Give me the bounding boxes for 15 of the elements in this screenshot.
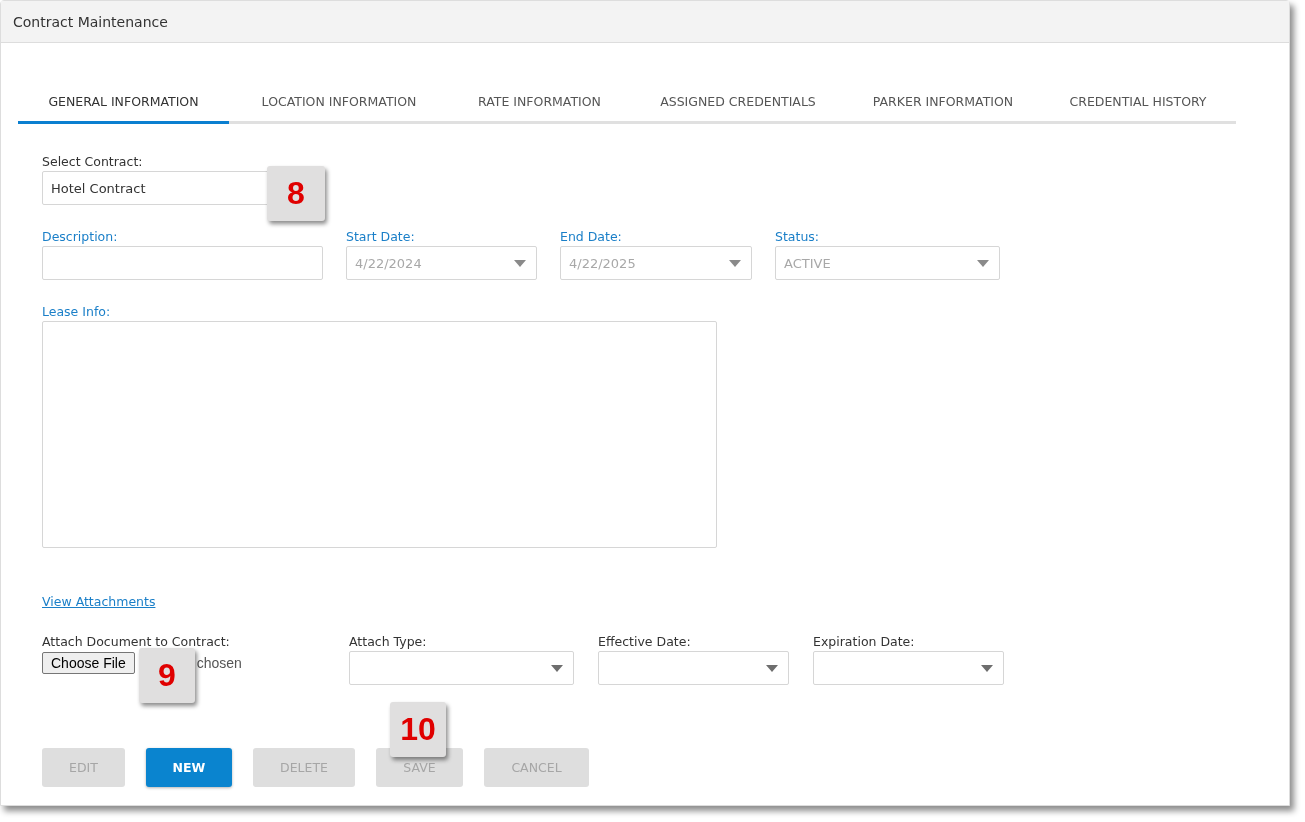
field-label: Status: [775,229,821,244]
window-title: Contract Maintenance [13,13,168,30]
callout-tooltip: 9 [139,648,195,703]
field-label: Description: [42,229,119,244]
callout-tooltip: 10 [390,702,446,757]
field-label: Start Date: [346,229,416,244]
field-label: Effective Date: [598,634,692,649]
field-label: Expiration Date: [813,634,916,649]
callout-tooltip: 8 [267,166,325,221]
field-label: Attach Document to Contract: [42,634,231,649]
field-label: Select Contract: [42,154,144,169]
field-label: Lease Info: [42,304,112,319]
field-label: Attach Type: [349,634,428,649]
file-status-text: chosen [196,655,242,671]
field-label: End Date: [560,229,623,244]
